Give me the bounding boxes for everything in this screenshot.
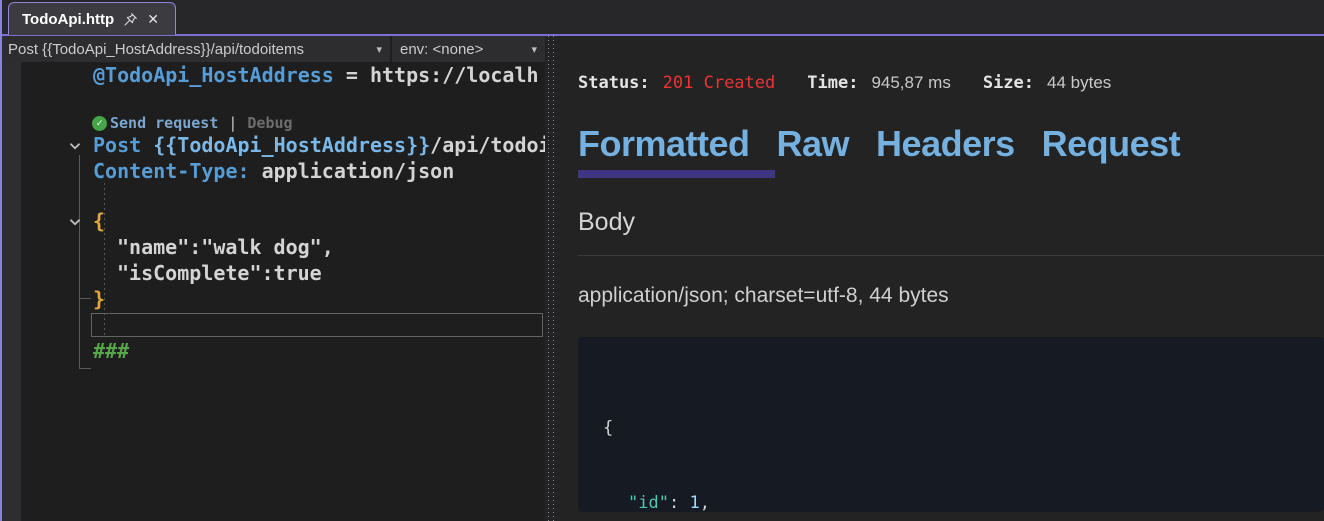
code-line-terminator: ###	[93, 338, 129, 364]
section-divider	[578, 255, 1324, 256]
code-line-body-name: "name":"walk dog",	[117, 234, 334, 260]
time-label: Time:	[807, 73, 858, 93]
codelens-row: ✓ Send request | Debug	[92, 114, 293, 132]
splitter-dots	[548, 36, 549, 521]
time-value: 945,87 ms	[871, 73, 950, 93]
codelens-separator: |	[228, 114, 237, 132]
code-line-body-iscomplete: "isComplete":true	[117, 260, 322, 286]
json-open-brace: {	[603, 416, 1324, 441]
json-value: 1	[689, 493, 699, 513]
chevron-down-icon: ▾	[376, 43, 382, 56]
window-accent-border	[0, 0, 2, 521]
document-tab[interactable]: TodoApi.http ✕	[8, 2, 176, 35]
chevron-down-icon: ▾	[531, 43, 537, 56]
document-tab-title: TodoApi.http	[22, 11, 114, 28]
http-file-editor[interactable]: @TodoApi_HostAddress = https://localh ✓ …	[0, 62, 545, 521]
tab-formatted[interactable]: Formatted	[578, 124, 750, 164]
pin-icon[interactable]	[123, 12, 138, 27]
panel-splitter[interactable]	[545, 36, 556, 521]
active-tab-underline	[578, 170, 775, 178]
code-line-variable: @TodoApi_HostAddress = https://localh	[93, 62, 539, 88]
content-type-summary: application/json; charset=utf-8, 44 byte…	[578, 284, 949, 308]
fold-chevron-icon[interactable]	[66, 213, 84, 231]
editor-glyph-margin	[2, 62, 21, 521]
document-tab-bar: TodoApi.http ✕	[0, 0, 1324, 34]
status-value: 201 Created	[663, 73, 776, 93]
json-colon: :	[669, 493, 689, 513]
http-method: Post	[93, 133, 153, 157]
body-section-heading: Body	[578, 208, 635, 237]
debug-link[interactable]: Debug	[247, 114, 292, 132]
code-line-request: Post {{TodoApi_HostAddress}}/api/todoi	[93, 132, 545, 158]
response-panel: Status: 201 Created Time: 945,87 ms Size…	[556, 36, 1324, 521]
current-line-highlight	[91, 313, 543, 337]
response-view-tabs: Formatted Raw Headers Request	[578, 124, 1180, 164]
variable-value: https://localh	[370, 63, 539, 87]
environment-dropdown[interactable]: env: <none> ▾	[392, 36, 545, 62]
header-value: application/json	[250, 159, 455, 183]
equals-sign: =	[334, 63, 370, 87]
response-body-json: { "id": 1, "name": "walk dog", "isComple…	[578, 337, 1324, 512]
code-line-header: Content-Type: application/json	[93, 158, 454, 184]
tab-headers[interactable]: Headers	[876, 124, 1015, 164]
fold-scope-guide-stub	[79, 298, 91, 299]
check-circle-icon: ✓	[92, 116, 107, 131]
splitter-dots	[553, 36, 554, 521]
variable-name: @TodoApi_HostAddress	[93, 63, 334, 87]
variable-reference: {{TodoApi_HostAddress}}	[153, 133, 430, 157]
response-status-row: Status: 201 Created Time: 945,87 ms Size…	[578, 73, 1143, 93]
send-request-link[interactable]: Send request	[110, 114, 218, 132]
size-label: Size:	[983, 73, 1034, 93]
code-line-open-brace: {	[93, 208, 105, 234]
header-name: Content-Type:	[93, 159, 250, 183]
fold-scope-guide	[79, 155, 80, 368]
ide-window: TodoApi.http ✕ Post {{TodoApi_HostAddres…	[0, 0, 1324, 521]
http-request-toolbar: Post {{TodoApi_HostAddress}}/api/todoite…	[0, 36, 545, 62]
json-property-id: "id": 1,	[603, 491, 1324, 516]
request-path: /api/todoi	[430, 133, 545, 157]
environment-value: env: <none>	[400, 41, 483, 58]
code-line-close-brace: }	[93, 286, 105, 312]
close-icon[interactable]: ✕	[147, 12, 159, 26]
request-selector-dropdown[interactable]: Post {{TodoApi_HostAddress}}/api/todoite…	[0, 36, 390, 62]
tab-raw[interactable]: Raw	[777, 124, 850, 164]
request-selector-value: Post {{TodoApi_HostAddress}}/api/todoite…	[8, 41, 304, 58]
fold-scope-guide-stub	[79, 368, 91, 369]
tab-accent-line	[0, 34, 1324, 36]
size-value: 44 bytes	[1047, 73, 1111, 93]
status-label: Status:	[578, 73, 650, 93]
json-key: "id"	[628, 493, 669, 513]
tab-request[interactable]: Request	[1042, 124, 1181, 164]
json-comma: ,	[700, 493, 710, 513]
fold-chevron-icon[interactable]	[66, 137, 84, 155]
